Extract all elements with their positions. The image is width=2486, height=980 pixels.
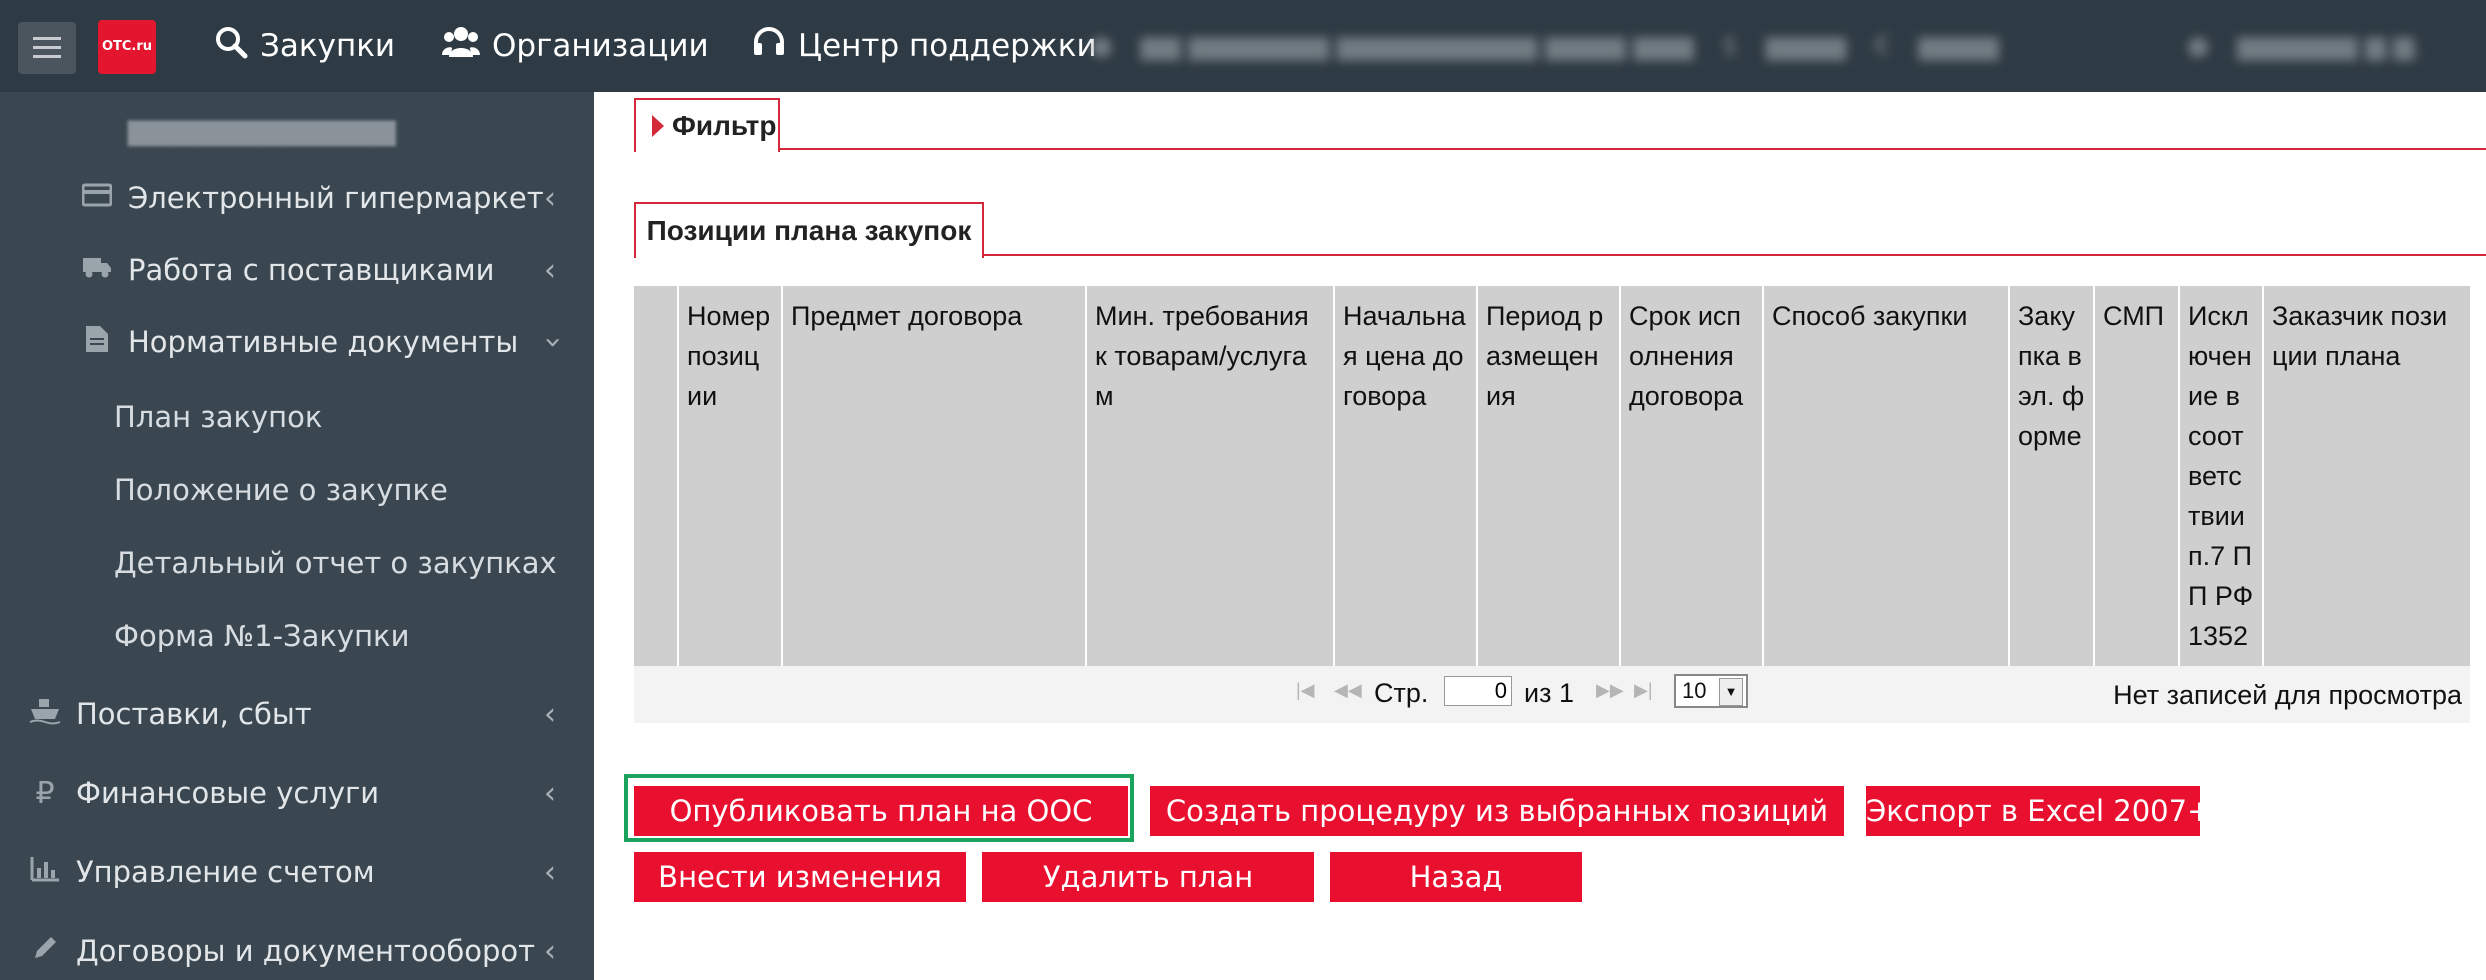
chevron-left-icon: ‹: [544, 696, 556, 732]
nav-purchases-label: Закупки: [260, 28, 396, 64]
sidebar-item-supplies[interactable]: Поставки, сбыт ‹: [0, 684, 594, 744]
sidebar-item-contracts[interactable]: Договоры и документооборот ‹: [0, 921, 594, 980]
table-pager: |◀ ◀◀ Стр. из 1 ▶▶ ▶| 10 ▼ Нет записей д…: [634, 666, 2470, 723]
prev-page-icon[interactable]: ◀◀: [1334, 680, 1362, 701]
hamburger-line: [33, 55, 61, 58]
menu-toggle-button[interactable]: [18, 22, 76, 74]
column-exclusion[interactable]: Исключение в соответствии п.7 ПП РФ 1352: [2178, 286, 2262, 666]
nav-support[interactable]: Центр поддержки: [752, 24, 1097, 68]
chevron-left-icon: ‹: [544, 933, 556, 969]
sidebar-item-label: Работа с поставщиками: [128, 253, 495, 287]
next-page-icon[interactable]: ▶▶: [1596, 680, 1624, 701]
sidebar-item-partial: ▆▆▆▆▆▆▆▆▆▆▆▆: [128, 112, 396, 146]
sidebar-item-label: Поставки, сбыт: [76, 697, 312, 731]
document-icon: [80, 325, 114, 360]
blurred-text: ▆▆▆▆▆▆ ▆.▆.: [2237, 31, 2423, 61]
ship-icon: [28, 697, 62, 732]
sidebar-item-account[interactable]: Управление счетом ‹: [0, 842, 594, 902]
filter-underline: [634, 148, 2486, 150]
sidebar-subitem-form1[interactable]: Форма №1-Закупки: [114, 619, 409, 653]
sidebar-item-suppliers[interactable]: Работа с поставщиками ‹: [0, 240, 594, 300]
chevron-down-icon: ‹: [534, 336, 570, 348]
sidebar-item-hypermarket[interactable]: Электронный гипермаркет ‹: [0, 168, 594, 228]
blurred-text: ▆▆▆▆: [1918, 31, 1999, 61]
first-page-icon[interactable]: |◀: [1296, 680, 1315, 701]
sidebar-subitem-report[interactable]: Детальный отчет о закупках: [114, 546, 557, 580]
pencil-icon: [28, 934, 62, 969]
column-electronic-form[interactable]: Закупка в эл. форме: [2008, 286, 2093, 666]
nav-purchases[interactable]: Закупки: [214, 24, 395, 68]
column-procurement-method[interactable]: Способ закупки: [1762, 286, 2008, 666]
dropdown-arrow-icon: ▼: [1719, 678, 1743, 706]
filter-toggle[interactable]: Фильтр: [634, 98, 780, 152]
column-placement-period[interactable]: Период размещения: [1476, 286, 1619, 666]
user-icon: ●: [2186, 31, 2210, 61]
column-contract-subject[interactable]: Предмет договора: [781, 286, 1085, 666]
empty-records-text: Нет записей для просмотра: [2113, 680, 2462, 710]
ruble-icon: ₽: [35, 775, 55, 811]
column-smp[interactable]: СМП: [2093, 286, 2178, 666]
nav-support-label: Центр поддержки: [798, 28, 1097, 64]
edit-plan-button[interactable]: Внести изменения: [634, 852, 966, 902]
sidebar-item-documents[interactable]: Нормативные документы ‹: [0, 312, 594, 372]
search-icon: [214, 25, 248, 67]
column-initial-price[interactable]: Начальная цена договора: [1333, 286, 1476, 666]
sidebar-subitem-plan[interactable]: План закупок: [114, 400, 322, 434]
blurred-text: ▆▆▆▆: [1766, 31, 1847, 61]
site-logo[interactable]: OTC.ru: [98, 20, 156, 74]
hamburger-line: [33, 46, 61, 49]
export-excel-button[interactable]: Экспорт в Excel 2007+: [1866, 786, 2211, 836]
column-execution-term[interactable]: Срок исполнения договора: [1619, 286, 1762, 666]
page-size-value: 10: [1682, 678, 1707, 703]
truck-icon: [80, 255, 114, 286]
positions-table: Номер позиции Предмет договора Мин. треб…: [634, 286, 2470, 723]
sidebar-item-label: Нормативные документы: [128, 325, 519, 359]
delete-plan-button[interactable]: Удалить план: [982, 852, 1314, 902]
highlight-frame: [624, 774, 1134, 842]
top-bar: OTC.ru Закупки Организации Центр поддерж…: [0, 0, 2486, 92]
column-position-number[interactable]: Номер позиции: [677, 286, 781, 666]
chevron-left-icon: ‹: [544, 252, 556, 288]
page-size-select[interactable]: 10 ▼: [1674, 674, 1748, 708]
create-procedure-button[interactable]: Создать процедуру из выбранных позиций: [1150, 786, 1844, 836]
chevron-left-icon: ‹: [544, 854, 556, 890]
dollar-icon: $: [1721, 31, 1739, 61]
clock-icon: ●: [1090, 31, 1113, 61]
main-content: Фильтр Позиции плана закупок Номер позиц…: [594, 92, 2486, 980]
sidebar-item-finance[interactable]: ₽ Финансовые услуги ‹: [0, 763, 594, 823]
sidebar-item-label: Управление счетом: [76, 855, 375, 889]
column-min-requirements[interactable]: Мин. требования к товарам/услугам: [1085, 286, 1333, 666]
page-number-input[interactable]: [1444, 676, 1512, 706]
blurred-status-area: ● ▆▆ ▆▆▆▆▆▆▆ ▆▆▆▆▆▆▆▆▆▆ ▆▆▆▆ ▆▆▆ $ ▆▆▆▆ € ▆…: [1090, 24, 2470, 68]
table-header: Номер позиции Предмет договора Мин. треб…: [634, 286, 2470, 666]
back-button[interactable]: Назад: [1330, 852, 1582, 902]
page-count: из 1: [1524, 678, 1574, 708]
positions-title: Позиции плана закупок: [634, 202, 984, 258]
sidebar-subitem-regulation[interactable]: Положение о закупке: [114, 473, 448, 507]
nav-organizations[interactable]: Организации: [442, 24, 709, 68]
column-select[interactable]: [634, 286, 677, 666]
chevron-left-icon: ‹: [544, 775, 556, 811]
hamburger-icon: [33, 37, 61, 40]
sidebar-item-label: Финансовые услуги: [76, 776, 380, 810]
sidebar-item-label: Электронный гипермаркет: [128, 181, 544, 215]
headset-icon: [752, 25, 786, 67]
page-label: Стр.: [1374, 678, 1429, 708]
sidebar-item-label: Договоры и документооборот: [76, 934, 536, 968]
column-customer[interactable]: Заказчик позиции плана: [2262, 286, 2470, 666]
sidebar: ▆▆▆▆▆▆▆▆▆▆▆▆ Электронный гипермаркет ‹ Р…: [0, 92, 594, 980]
bar-chart-icon: [28, 856, 62, 889]
caret-right-icon: [652, 115, 664, 137]
blurred-text: ▆▆ ▆▆▆▆▆▆▆ ▆▆▆▆▆▆▆▆▆▆ ▆▆▆▆ ▆▆▆: [1140, 31, 1694, 61]
chevron-left-icon: ‹: [544, 180, 556, 216]
credit-card-icon: [80, 183, 114, 214]
positions-title-label: Позиции плана закупок: [646, 215, 972, 246]
last-page-icon[interactable]: ▶|: [1634, 680, 1653, 701]
euro-icon: €: [1874, 31, 1891, 61]
filter-label: Фильтр: [672, 110, 777, 141]
users-icon: [442, 25, 480, 67]
nav-organizations-label: Организации: [492, 28, 709, 64]
